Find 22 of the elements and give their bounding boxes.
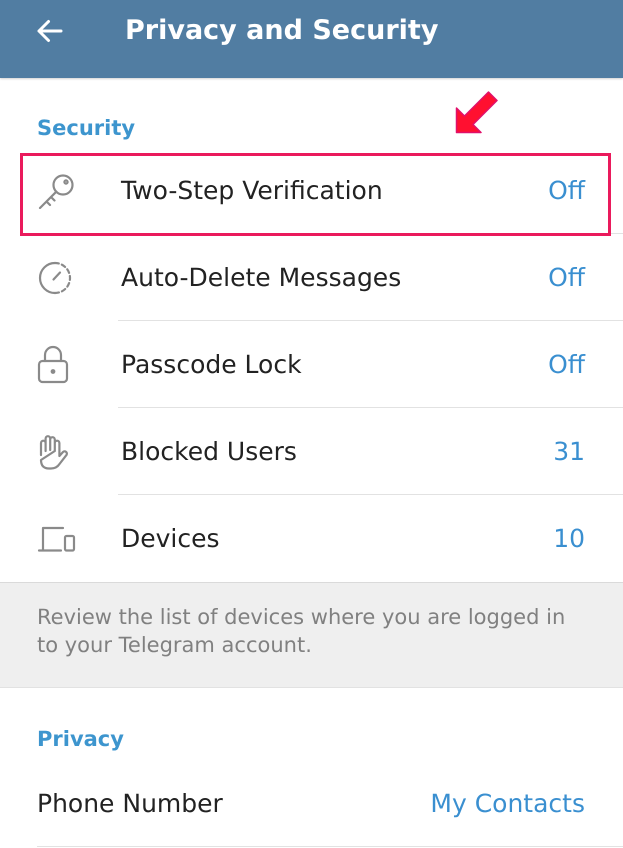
- info-text: Review the list of devices where you are logged in to your Telegram account.: [37, 604, 566, 659]
- setting-value: Off: [548, 350, 585, 378]
- setting-label[interactable]: Devices: [121, 524, 220, 553]
- setting-label[interactable]: Blocked Users: [121, 436, 297, 466]
- setting-label[interactable]: Two-Step Verification: [121, 176, 383, 204]
- setting-value: 10: [553, 524, 585, 553]
- setting-value: My Contacts: [430, 788, 585, 818]
- hand-icon: [37, 434, 69, 470]
- devices-icon: [37, 526, 77, 552]
- timer-icon: [37, 260, 73, 296]
- setting-value: Off: [548, 176, 585, 204]
- setting-label[interactable]: Auto-Delete Messages: [121, 262, 402, 292]
- back-arrow-icon: [36, 19, 62, 43]
- key-icon: [37, 172, 75, 208]
- screen-title: Privacy and Security: [125, 14, 438, 48]
- section-header: Privacy: [37, 726, 124, 753]
- setting-value: Off: [548, 262, 585, 292]
- setting-label[interactable]: Passcode Lock: [121, 350, 302, 378]
- lock-icon: [37, 345, 69, 384]
- setting-label[interactable]: Phone Number: [37, 788, 223, 818]
- setting-value: 31: [553, 436, 585, 466]
- section-header: Security: [37, 115, 136, 142]
